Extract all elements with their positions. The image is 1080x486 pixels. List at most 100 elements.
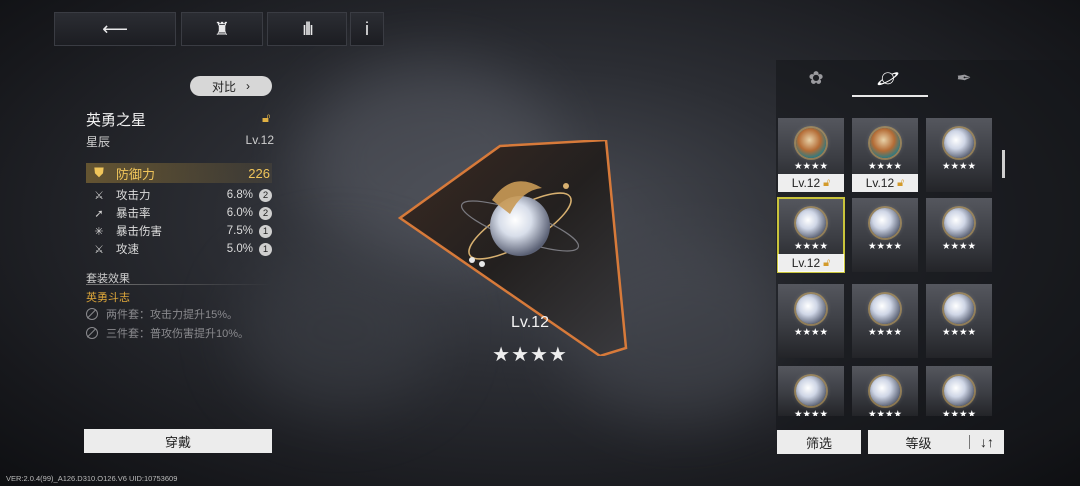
item-stars: ★★★★ (793, 327, 829, 338)
item-level: Lv.12 (791, 176, 821, 190)
inventory-item-selected[interactable]: ★★★★ Lv.12 🔓︎ (777, 197, 845, 273)
orbit-bead (479, 261, 485, 267)
waveform-icon: ıllı (302, 18, 314, 39)
tab-planet[interactable]: 🪐︎ (868, 68, 908, 94)
item-icon (870, 294, 900, 324)
item-icon (870, 128, 900, 158)
crit-rate-icon: ➚ (94, 207, 104, 220)
sub-stat-name: 暴击伤害 (116, 226, 162, 238)
item-stars: ★★★★ (793, 409, 829, 416)
main-stat-name: 防御力 (116, 166, 156, 182)
sub-stat-roll-count: 1 (259, 224, 272, 238)
back-button[interactable]: ⟵ (54, 12, 176, 46)
lock-icon: 🔓︎ (897, 176, 905, 189)
item-stars: ★★★★ (941, 161, 977, 172)
item-icon (944, 128, 974, 158)
item-icon (870, 376, 900, 406)
planet-icon: 🪐︎ (876, 68, 900, 88)
preview-stars: ★★★★ (492, 344, 568, 366)
sub-stat-name: 暴击率 (116, 208, 151, 220)
item-level: Lv.12 (865, 176, 895, 190)
lock-icon: 🔓︎ (823, 256, 831, 269)
item-icon (796, 294, 826, 324)
chevron-right-icon: › (246, 79, 250, 93)
item-icon (944, 294, 974, 324)
active-tab-indicator (852, 95, 928, 97)
item-stars: ★★★★ (793, 161, 829, 172)
inventory-item[interactable]: ★★★★ (926, 198, 992, 272)
item-icon (796, 208, 826, 238)
audio-button[interactable]: ıllı (267, 12, 347, 46)
inventory-item[interactable]: ★★★★ Lv.12 🔓︎ (852, 118, 918, 192)
item-level-bar: Lv.12 🔓︎ (778, 254, 844, 272)
equip-button[interactable]: 穿戴 (84, 429, 272, 453)
inventory-item[interactable]: ★★★★ (852, 366, 918, 416)
scrollbar[interactable] (1002, 150, 1005, 178)
inventory-item[interactable]: ★★★★ (926, 366, 992, 416)
back-arrow-icon: ⟵ (102, 18, 128, 39)
shield-icon: ⛊ (94, 165, 104, 180)
item-stars: ★★★★ (941, 241, 977, 252)
item-level-bar: Lv.12 🔓︎ (852, 174, 918, 192)
sub-stat-roll-count: 2 (259, 188, 272, 202)
filter-button[interactable]: 筛选 (777, 430, 861, 454)
sub-stat-roll-count: 1 (259, 242, 272, 256)
inactive-icon (86, 308, 98, 320)
feather-icon: ✒ (956, 68, 972, 88)
sub-stat-value: 7.5% (226, 225, 253, 237)
equip-label: 穿戴 (164, 434, 191, 450)
item-type: 星辰 (86, 135, 111, 149)
item-stars: ★★★★ (867, 327, 903, 338)
item-icon (870, 208, 900, 238)
preview-level: Lv.12 (511, 314, 549, 331)
item-stars: ★★★★ (867, 409, 903, 416)
tab-feather[interactable]: ✒ (944, 68, 984, 94)
sub-stat-row: ✳ 暴击伤害 7.5% 1 (86, 222, 272, 240)
item-stars: ★★★★ (941, 409, 977, 416)
inventory-item[interactable]: ★★★★ (926, 118, 992, 192)
set-effect-row: 三件套：普攻伤害提升10%。 (86, 325, 249, 341)
info-icon: i (365, 18, 369, 39)
sub-stat-row: ➚ 暴击率 6.0% 2 (86, 204, 272, 222)
item-icon (944, 376, 974, 406)
inventory-item[interactable]: ★★★★ (852, 198, 918, 272)
item-stars: ★★★★ (867, 161, 903, 172)
set-effect-row: 两件套：攻击力提升15%。 (86, 306, 238, 322)
sub-stat-value: 6.8% (226, 189, 253, 201)
sort-order-icon[interactable]: ↓↑ (970, 434, 1004, 450)
inventory-item[interactable]: ★★★★ (926, 284, 992, 358)
divider (86, 284, 272, 285)
inventory-item[interactable]: ★★★★ (852, 284, 918, 358)
sub-stat-value: 5.0% (226, 243, 253, 255)
set-effect-text: 三件套：普攻伤害提升10%。 (106, 328, 250, 340)
flower-icon: ✿ (808, 68, 824, 88)
home-button[interactable]: ♜ (181, 12, 263, 46)
info-button[interactable]: i (350, 12, 384, 46)
sword-icon: ⚔ (94, 189, 104, 202)
set-name: 英勇斗志 (86, 292, 130, 304)
item-icon (796, 128, 826, 158)
inventory-item[interactable]: ★★★★ Lv.12 🔓︎ (778, 118, 844, 192)
sub-stat-value: 6.0% (226, 207, 253, 219)
item-name: 英勇之星 (86, 112, 147, 129)
crit-damage-icon: ✳ (94, 225, 104, 238)
main-stat-row: ⛊ 防御力 226 (86, 163, 272, 183)
tab-flower[interactable]: ✿ (796, 68, 836, 94)
attack-speed-icon: ⚔ (94, 243, 104, 256)
item-level: Lv.12 (245, 133, 274, 147)
inventory-item[interactable]: ★★★★ (778, 284, 844, 358)
lock-icon[interactable]: 🔓︎ (262, 110, 270, 126)
filter-label: 筛选 (805, 435, 832, 451)
main-stat-value: 226 (248, 165, 270, 181)
inventory-item[interactable]: ★★★★ (778, 366, 844, 416)
inactive-icon (86, 327, 98, 339)
item-stars: ★★★★ (793, 241, 829, 252)
item-stars: ★★★★ (867, 241, 903, 252)
castle-icon: ♜ (213, 18, 231, 39)
version-text: VER:2.0.4(99)_A126.D310.O126.V6 UID:1075… (6, 474, 178, 483)
item-icon (944, 208, 974, 238)
sort-dropdown[interactable]: 等级 ↓↑ (868, 430, 1004, 454)
sort-label: 等级 (905, 435, 932, 451)
compare-button[interactable]: 对比 › (190, 76, 272, 96)
sub-stat-name: 攻击力 (116, 190, 151, 202)
